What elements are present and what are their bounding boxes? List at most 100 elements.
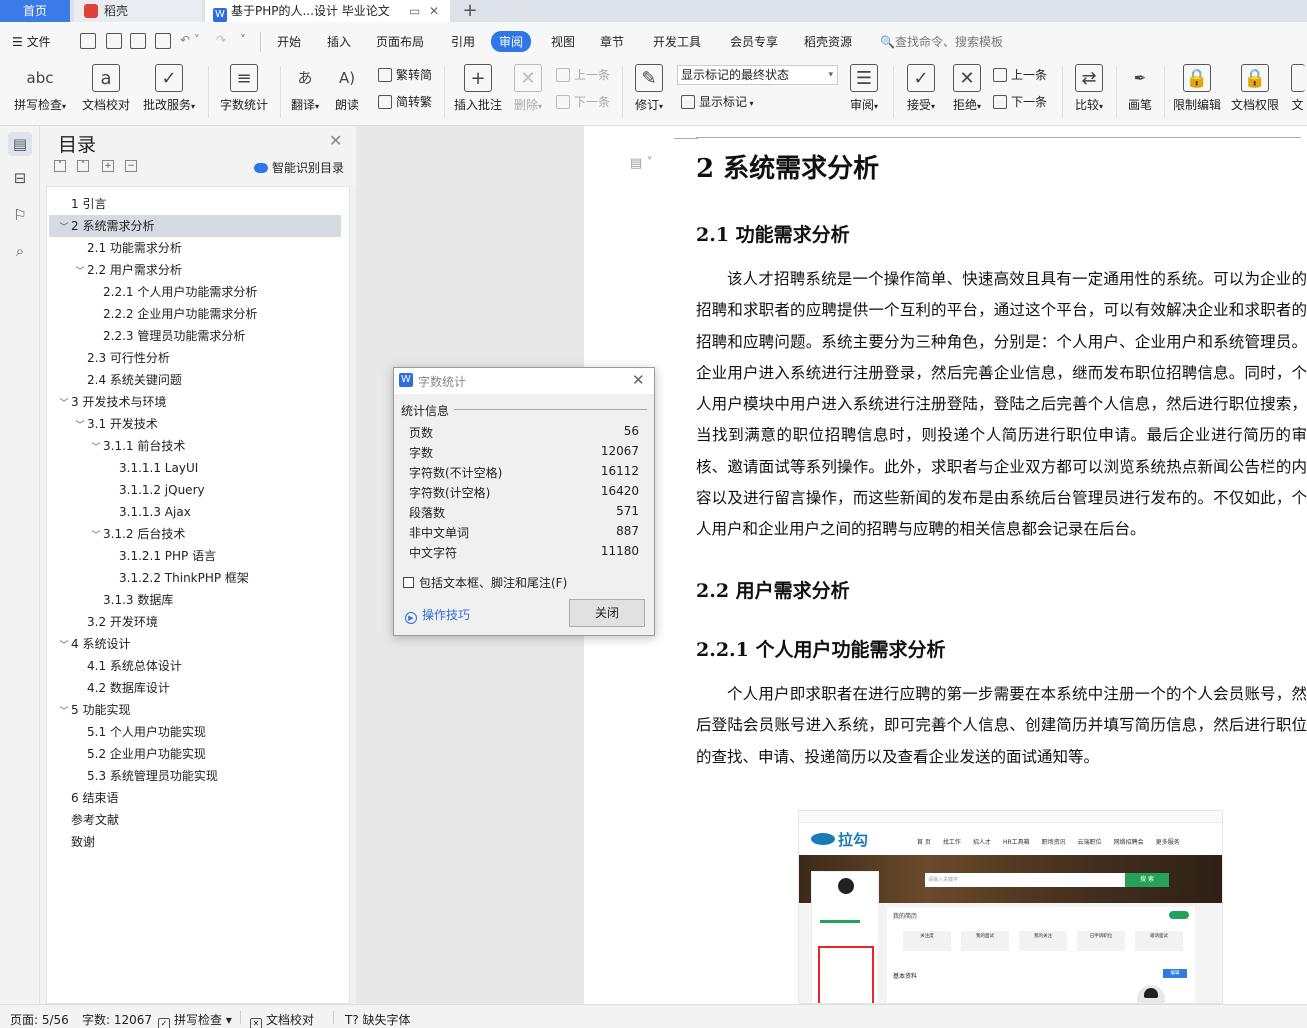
command-search[interactable]: 🔍查找命令、搜索模板	[880, 33, 1003, 50]
toc-item[interactable]: 3.1.1.3 Ajax	[49, 501, 341, 523]
chapter-nav-icon[interactable]: ⊟	[8, 166, 32, 190]
print-preview-icon[interactable]	[155, 33, 171, 49]
accept-button[interactable]: ✓ 接受▾	[902, 62, 940, 120]
batch-service-button[interactable]: ✓ 批改服务▾	[139, 62, 199, 120]
status-doc-proof[interactable]: ✕ 文档校对	[250, 1011, 314, 1028]
toc-item[interactable]: ﹀ 2.2 用户需求分析	[49, 259, 341, 281]
page-tools-icon[interactable]: ▤ ˅	[630, 156, 653, 171]
chevron-down-icon[interactable]: ﹀	[57, 217, 71, 239]
toc-item[interactable]: 4.2 数据库设计	[49, 677, 341, 699]
include-textbox-checkbox[interactable]: 包括文本框、脚注和尾注(F)	[403, 574, 567, 591]
trad-to-simp-button[interactable]: 繁转简	[378, 66, 432, 83]
toc-item[interactable]: ﹀ 4 系统设计	[49, 633, 341, 655]
tab-document[interactable]: W 基于PHP的人...设计 毕业论文 ▭ ✕	[205, 0, 450, 22]
read-aloud-button[interactable]: A) 朗读	[331, 62, 363, 120]
smart-toc-button[interactable]: 智能识别目录	[254, 159, 344, 176]
status-spellcheck[interactable]: ✓ 拼写检查 ▾	[158, 1011, 232, 1028]
toc-item[interactable]: 3.1.1.1 LayUI	[49, 457, 341, 479]
missing-font-button[interactable]: T? 缺失字体	[345, 1011, 411, 1028]
toc-item[interactable]: 4.1 系统总体设计	[49, 655, 341, 677]
export-pdf-icon[interactable]	[106, 33, 122, 49]
translate-button[interactable]: あ翻译▾	[287, 62, 323, 120]
menu-references[interactable]: 引用	[451, 33, 475, 50]
word-count-button[interactable]: ≡ 字数统计	[218, 62, 270, 120]
markup-state-select[interactable]: 显示标记的最终状态 ▾	[677, 65, 838, 85]
toc-item[interactable]: 2.1 功能需求分析	[49, 237, 341, 259]
menu-daoke-resources[interactable]: 稻壳资源	[804, 33, 852, 50]
next-change-button[interactable]: 下一条	[993, 93, 1047, 110]
tips-link[interactable]: ▶ 操作技巧	[405, 606, 470, 624]
tab-daoke[interactable]: 稻壳	[74, 0, 202, 22]
toc-item[interactable]: ﹀ 3.1 开发技术	[49, 413, 341, 435]
toc-item[interactable]: ﹀ 3.1.1 前台技术	[49, 435, 341, 457]
review-pane-button[interactable]: ☰ 审阅▾	[846, 62, 882, 120]
pen-button[interactable]: ✒ 画笔	[1124, 62, 1156, 120]
toc-item[interactable]: 2.3 可行性分析	[49, 347, 341, 369]
toc-item[interactable]: 1 引言	[49, 193, 341, 215]
add-heading-icon[interactable]: +	[102, 160, 114, 172]
dialog-titlebar[interactable]: W 字数统计 ✕	[394, 368, 654, 394]
show-markup-button[interactable]: 显示标记 ▾	[681, 93, 754, 110]
chevron-down-icon[interactable]: ﹀	[57, 393, 71, 415]
file-menu[interactable]: ☰ 文件	[12, 33, 51, 50]
toc-item[interactable]: 参考文献	[49, 809, 341, 831]
toc-item[interactable]: ﹀ 3.1.2 后台技术	[49, 523, 341, 545]
next-comment-button[interactable]: 下一条	[556, 93, 610, 110]
menu-developer[interactable]: 开发工具	[653, 33, 701, 50]
bookmark-icon[interactable]: ⚐	[8, 203, 32, 227]
close-icon[interactable]: ✕	[329, 131, 342, 150]
print-icon[interactable]	[130, 33, 146, 49]
menu-member[interactable]: 会员专享	[730, 33, 778, 50]
toc-item[interactable]: ﹀ 5 功能实现	[49, 699, 341, 721]
toc-item[interactable]: 2.4 系统关键问题	[49, 369, 341, 391]
toc-item[interactable]: ﹀ 3 开发技术与环境	[49, 391, 341, 413]
reject-button[interactable]: ✕ 拒绝▾	[948, 62, 986, 120]
chevron-down-icon[interactable]: ﹀	[73, 415, 87, 437]
chevron-down-icon[interactable]: ﹀	[57, 635, 71, 657]
spellcheck-button[interactable]: abc 拼写检查▾	[10, 62, 70, 120]
more-ribbon-button[interactable]: 文	[1288, 62, 1307, 120]
prev-comment-button[interactable]: 上一条	[556, 66, 610, 83]
new-tab-button[interactable]: +	[458, 0, 482, 22]
menu-chapter[interactable]: 章节	[600, 33, 624, 50]
undo-icon[interactable]: ↶ ˅	[180, 33, 200, 47]
toc-item[interactable]: 3.1.3 数据库	[49, 589, 341, 611]
compare-button[interactable]: ⇄ 比较▾	[1070, 62, 1108, 120]
toc-item[interactable]: ﹀ 2 系统需求分析	[49, 215, 341, 237]
track-changes-button[interactable]: ✎ 修订▾	[630, 62, 668, 120]
toc-item[interactable]: 3.1.2.2 ThinkPHP 框架	[49, 567, 341, 589]
menu-review[interactable]: 审阅	[491, 31, 532, 52]
delete-comment-button[interactable]: ✕ 删除▾	[510, 62, 546, 120]
expand-all-icon[interactable]: ˄	[77, 160, 89, 172]
menu-insert[interactable]: 插入	[327, 33, 351, 50]
doc-rights-button[interactable]: 🔒 文档权限	[1229, 62, 1281, 120]
toc-item[interactable]: 2.2.2 企业用户功能需求分析	[49, 303, 341, 325]
toc-item[interactable]: 3.1.2.1 PHP 语言	[49, 545, 341, 567]
collapse-all-icon[interactable]: ˅	[54, 160, 66, 172]
toc-item[interactable]: 5.2 企业用户功能实现	[49, 743, 341, 765]
chevron-down-icon[interactable]: ﹀	[89, 525, 103, 547]
restrict-editing-button[interactable]: 🔒 限制编辑	[1171, 62, 1223, 120]
save-icon[interactable]	[80, 33, 96, 49]
tab-home[interactable]: 首页	[0, 0, 70, 22]
redo-icon[interactable]: ↷	[216, 33, 226, 47]
find-icon[interactable]: ⌕	[8, 239, 32, 263]
prev-change-button[interactable]: 上一条	[993, 66, 1047, 83]
menu-page-layout[interactable]: 页面布局	[376, 33, 424, 50]
more-icon[interactable]: ˅	[240, 33, 246, 47]
close-tab-icon[interactable]: ✕	[429, 0, 439, 22]
toc-item[interactable]: 2.2.3 管理员功能需求分析	[49, 325, 341, 347]
menu-start[interactable]: 开始	[277, 33, 301, 50]
doc-proof-button[interactable]: a 文档校对	[80, 62, 132, 120]
toc-item[interactable]: 致谢	[49, 831, 341, 853]
insert-comment-button[interactable]: + 插入批注	[452, 62, 504, 120]
toc-item[interactable]: 5.3 系统管理员功能实现	[49, 765, 341, 787]
word-count-indicator[interactable]: 字数: 12067	[82, 1011, 152, 1028]
toc-item[interactable]: 6 结束语	[49, 787, 341, 809]
document-page[interactable]: ▤ ˅ 2 系统需求分析 2.1 功能需求分析 该人才招聘系统是一个操作简单、快…	[584, 126, 1307, 1004]
chevron-down-icon[interactable]: ﹀	[57, 701, 71, 723]
chevron-down-icon[interactable]: ﹀	[73, 261, 87, 283]
toc-item[interactable]: 3.1.1.2 jQuery	[49, 479, 341, 501]
page-indicator[interactable]: 页面: 5/56	[10, 1011, 69, 1028]
pin-icon[interactable]: ▭	[409, 0, 420, 22]
